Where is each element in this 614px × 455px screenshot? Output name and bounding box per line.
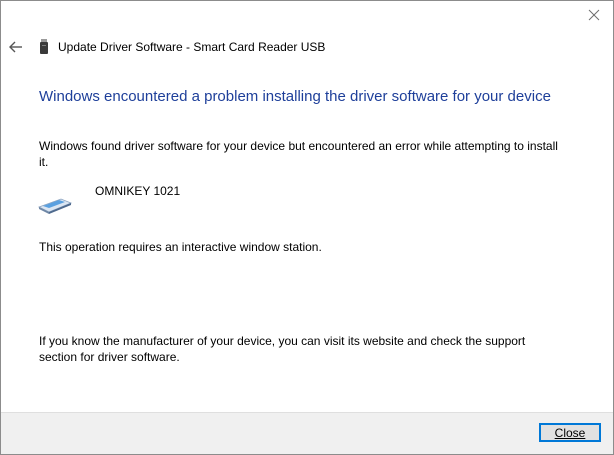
error-description: Windows found driver software for your d… bbox=[39, 139, 558, 169]
close-button[interactable]: Close bbox=[539, 423, 601, 442]
back-arrow-icon[interactable] bbox=[7, 38, 25, 56]
error-heading: Windows encountered a problem installing… bbox=[39, 88, 551, 105]
usb-reader-icon bbox=[38, 39, 50, 55]
dialog-header: Update Driver Software - Smart Card Read… bbox=[1, 37, 613, 59]
close-icon[interactable] bbox=[584, 5, 604, 25]
update-driver-dialog: Update Driver Software - Smart Card Read… bbox=[0, 0, 614, 455]
device-name: OMNIKEY 1021 bbox=[95, 184, 181, 198]
dialog-title: Update Driver Software - Smart Card Read… bbox=[58, 40, 326, 54]
help-text: If you know the manufacturer of your dev… bbox=[39, 334, 526, 364]
error-message: This operation requires an interactive w… bbox=[39, 240, 322, 254]
dialog-footer: Close bbox=[1, 412, 613, 454]
smart-card-reader-icon bbox=[37, 195, 73, 215]
